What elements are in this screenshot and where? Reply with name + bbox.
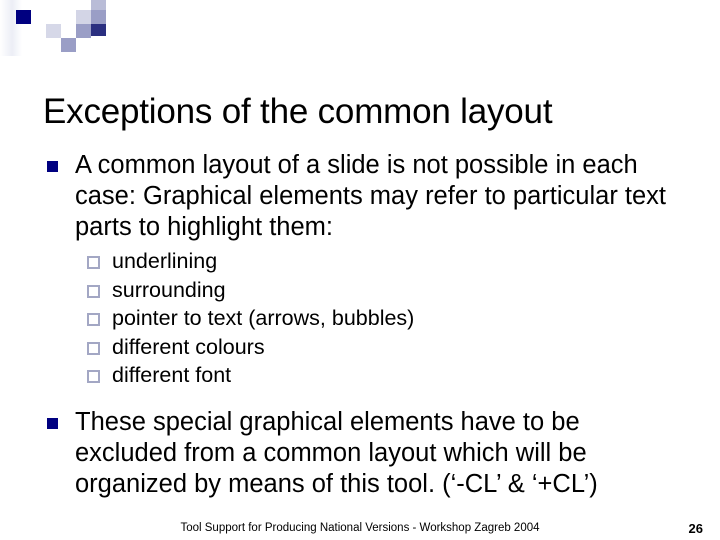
- sub-bullet-list: underlining surrounding pointer to text …: [0, 247, 720, 390]
- sub-bullet-text: different colours: [112, 334, 265, 359]
- footer-caption: Tool Support for Producing National Vers…: [180, 522, 540, 534]
- bullet-text: These special graphical elements have to…: [75, 407, 598, 498]
- header-square-navy: [16, 10, 31, 24]
- hollow-square-bullet-icon: [87, 256, 100, 269]
- hollow-square-bullet-icon: [87, 284, 100, 298]
- header-square-navy-inner: [91, 24, 106, 36]
- list-item: different font: [0, 361, 720, 390]
- header-square-midblue-lower: [76, 24, 91, 38]
- list-item: underlining: [0, 247, 720, 276]
- hollow-square-bullet-icon: [87, 341, 100, 355]
- list-item: different colours: [0, 333, 720, 362]
- header-square-midblue-upper: [91, 10, 106, 24]
- list-item: surrounding: [0, 276, 720, 305]
- bullet-item-primary: These special graphical elements have to…: [0, 407, 720, 500]
- slide-content: A common layout of a slide is not possib…: [0, 150, 720, 500]
- header-gradient-block-left: [0, 0, 22, 56]
- sub-bullet-text: pointer to text (arrows, bubbles): [112, 306, 415, 330]
- sub-bullet-text: underlining: [112, 249, 218, 273]
- page-number: 26: [688, 521, 703, 536]
- filled-square-bullet-icon: [47, 161, 58, 172]
- slide-footer: Tool Support for Producing National Vers…: [0, 521, 720, 540]
- hollow-square-bullet-icon: [87, 370, 100, 383]
- header-square-midblue-bottom: [61, 38, 76, 52]
- filled-square-bullet-icon: [47, 417, 58, 429]
- header-gradient-bar: [95, 12, 720, 34]
- sub-bullet-text: different font: [112, 363, 232, 387]
- slide-header-decoration: [0, 0, 720, 56]
- header-white-block: [31, 0, 46, 56]
- bullet-text: A common layout of a slide is not possib…: [75, 151, 666, 241]
- hollow-square-bullet-icon: [87, 313, 100, 326]
- header-square-lavender-upper: [76, 10, 91, 24]
- sub-bullet-text: surrounding: [112, 277, 226, 302]
- header-square-white: [61, 24, 75, 38]
- page-title: Exceptions of the common layout: [43, 92, 553, 132]
- header-square-pale: [46, 24, 61, 38]
- list-item: pointer to text (arrows, bubbles): [0, 304, 720, 333]
- bullet-item-primary: A common layout of a slide is not possib…: [0, 150, 720, 243]
